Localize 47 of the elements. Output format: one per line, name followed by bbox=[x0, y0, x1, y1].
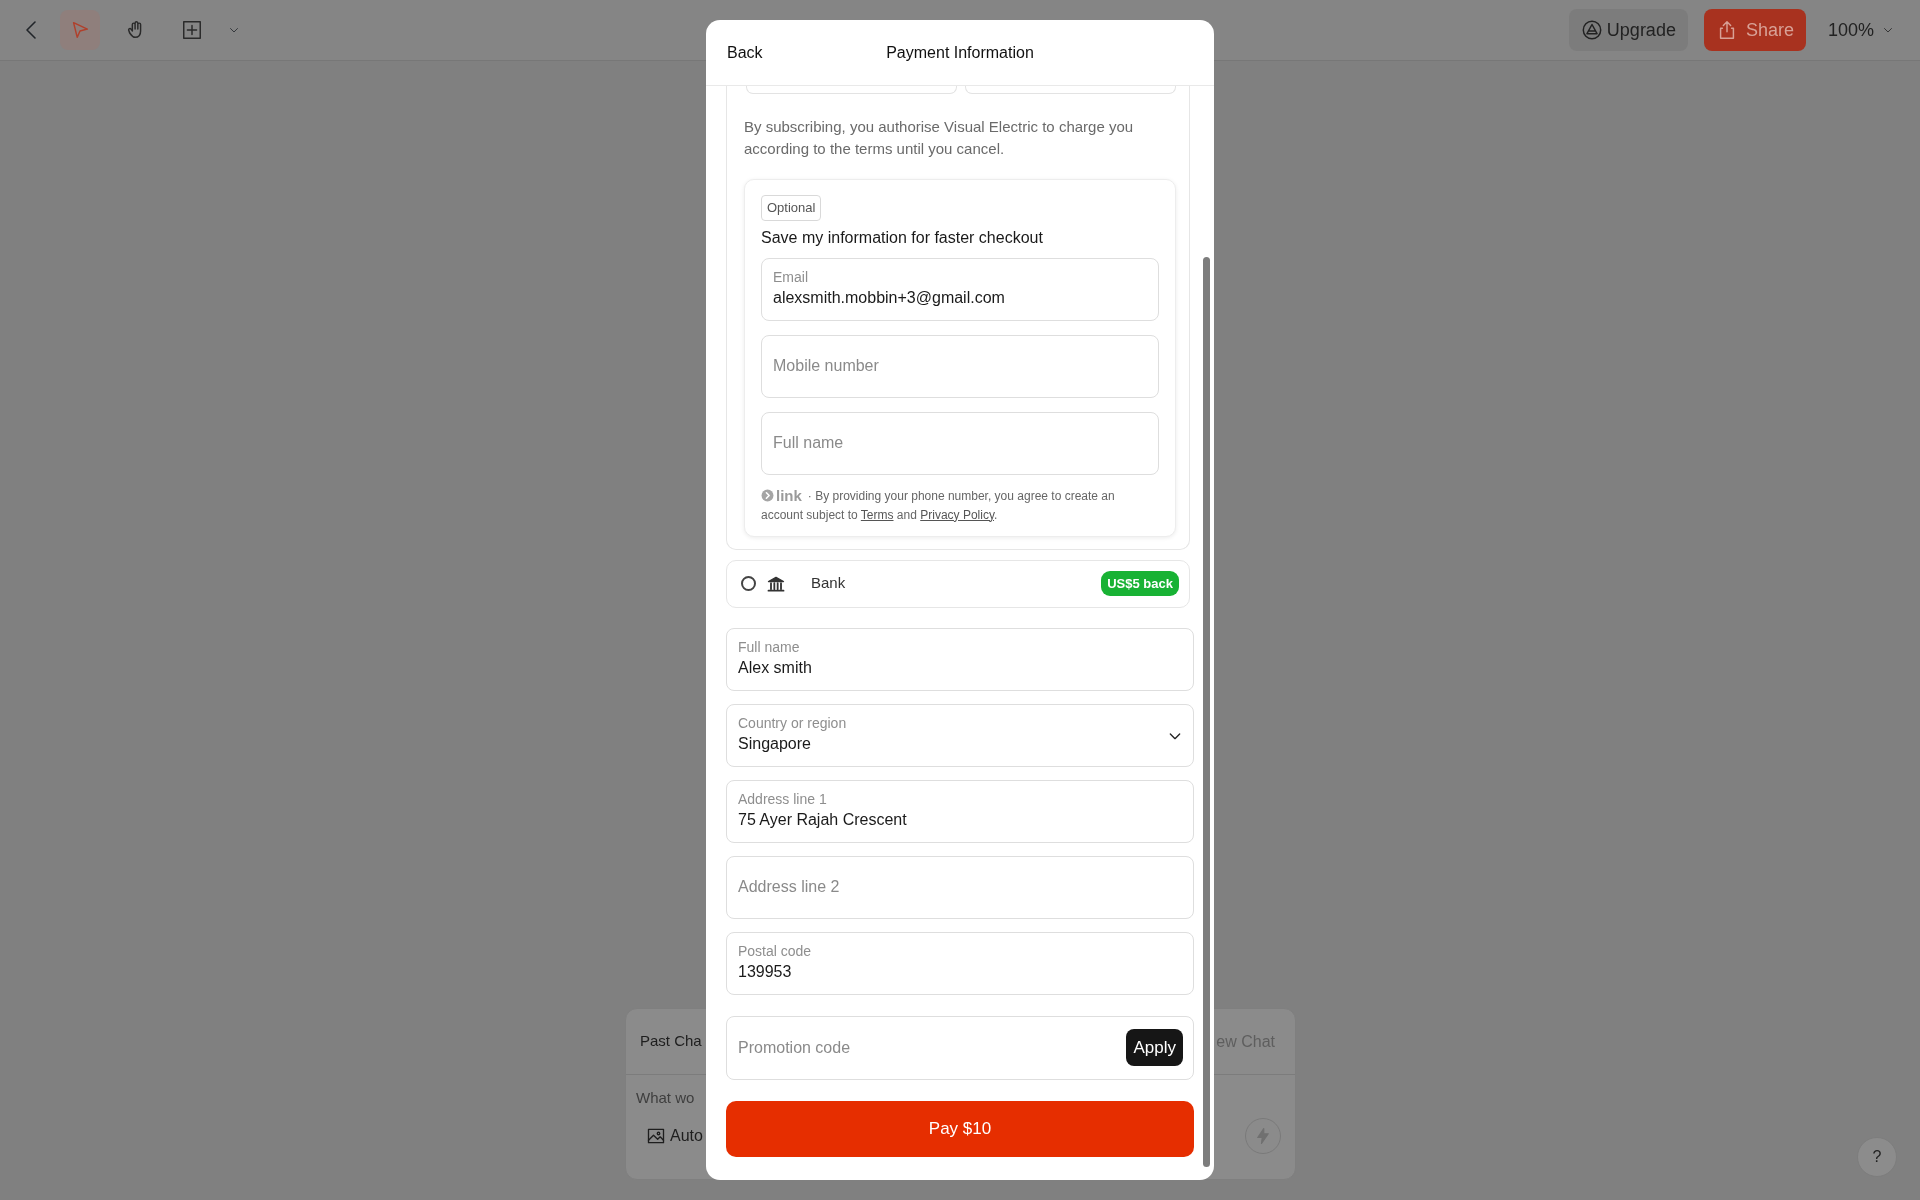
save-heading: Save my information for faster checkout bbox=[761, 227, 1044, 248]
optional-tag: Optional bbox=[761, 195, 822, 221]
payment-option[interactable]: Bank US$5 back bbox=[726, 559, 1190, 608]
text-input[interactable]: 139953 bbox=[738, 960, 1182, 984]
terms-link[interactable]: Terms bbox=[860, 507, 894, 522]
input-field[interactable] bbox=[746, 86, 957, 94]
promo-field[interactable]: Promotion code Apply bbox=[726, 1015, 1194, 1080]
chat-tab[interactable]: Past Cha bbox=[640, 1030, 702, 1053]
dialog-title: Payment Information bbox=[886, 42, 1034, 63]
promo-input[interactable]: Promotion code bbox=[738, 1035, 1127, 1060]
notice-text: account subject to Terms and Privacy Policy. bbox=[761, 506, 998, 524]
text-input[interactable]: Singapore bbox=[738, 732, 1182, 756]
zoom-dropdown[interactable]: 100% bbox=[1821, 15, 1900, 45]
cashback-tag: US$5 back bbox=[1101, 570, 1179, 597]
text-input[interactable]: alexsmith.mobbin+3@gmail.com bbox=[773, 286, 1147, 310]
mode-button[interactable]: Auto bbox=[646, 1123, 703, 1148]
input-field[interactable]: Mobile number bbox=[761, 334, 1159, 398]
pay-button[interactable]: Pay $10 bbox=[726, 1100, 1194, 1157]
triangle-badge-icon bbox=[1580, 19, 1603, 41]
notice-text: · By providing your phone number, you agree to create an bbox=[807, 487, 1115, 505]
radio-button[interactable] bbox=[741, 576, 756, 591]
chat-input[interactable]: What wo bbox=[636, 1087, 700, 1110]
input-field[interactable]: Full name bbox=[761, 411, 1159, 475]
select-field[interactable]: Country or region Singapore bbox=[726, 703, 1194, 767]
link-logo-text: link bbox=[776, 486, 802, 505]
lightning-icon bbox=[1254, 1126, 1272, 1145]
input-field[interactable] bbox=[965, 86, 1176, 94]
help-button[interactable]: ? bbox=[1857, 1137, 1897, 1177]
scrollbar-thumb[interactable] bbox=[1203, 257, 1210, 1167]
input-field[interactable]: Address line 1 75 Ayer Rajah Crescent bbox=[726, 779, 1194, 843]
input-field[interactable]: Email alexsmith.mobbin+3@gmail.com bbox=[761, 257, 1159, 321]
input-field[interactable]: Address line 2 bbox=[726, 855, 1194, 919]
text-input[interactable]: Mobile number bbox=[773, 354, 1147, 378]
option-label: Bank bbox=[811, 573, 847, 594]
consent-text: By subscribing, you authorise Visual Electric to charge you according to the terms until you cancel. bbox=[744, 117, 1135, 159]
chevron-circle-icon bbox=[761, 489, 774, 502]
apply-button[interactable]: Apply bbox=[1126, 1028, 1183, 1067]
privacy-link[interactable]: Privacy Policy bbox=[920, 507, 994, 522]
text-input[interactable]: 75 Ayer Rajah Crescent bbox=[738, 808, 1182, 832]
back-link[interactable]: Back bbox=[727, 40, 763, 65]
text-input[interactable]: Alex smith bbox=[738, 656, 1182, 680]
text-input[interactable]: Full name bbox=[773, 431, 1147, 455]
frame-tool-icon bbox=[181, 19, 203, 41]
upgrade-button[interactable]: Upgrade bbox=[1568, 9, 1688, 51]
text-input[interactable]: Address line 2 bbox=[738, 875, 1182, 899]
input-field[interactable]: Full name Alex smith bbox=[726, 627, 1194, 691]
input-field[interactable]: Postal code 139953 bbox=[726, 931, 1194, 995]
